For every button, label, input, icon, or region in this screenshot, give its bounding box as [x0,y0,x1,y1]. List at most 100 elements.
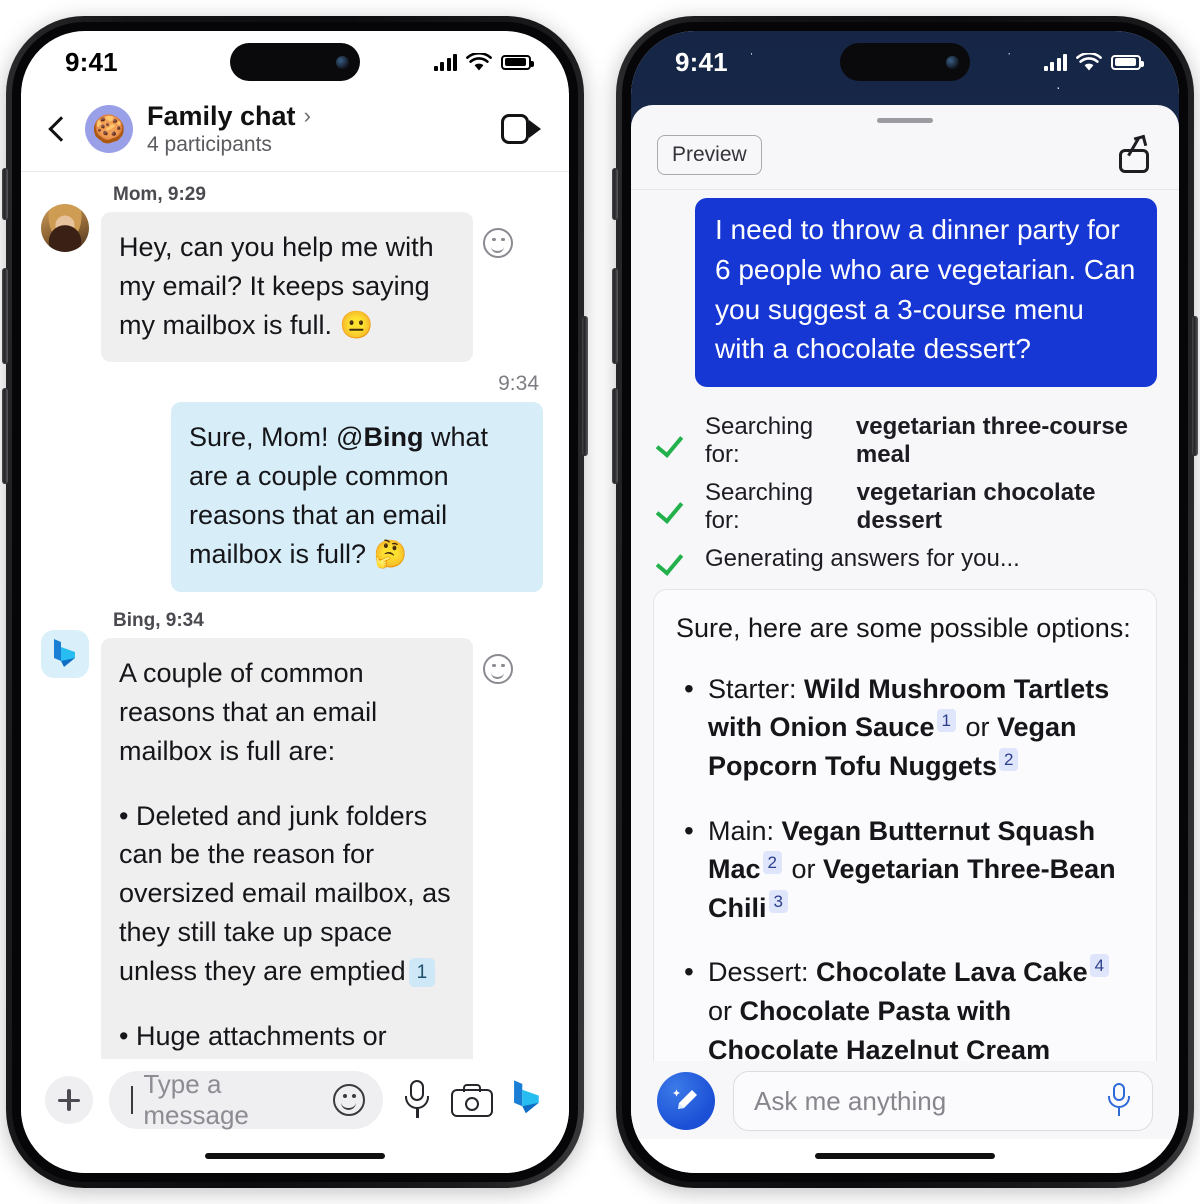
chevron-right-icon: › [303,102,311,128]
battery-icon [1111,54,1144,70]
dish-name: Chocolate Pasta with Chocolate Hazelnut … [708,996,1051,1061]
status-row: Searching for: vegetarian chocolate dess… [659,479,1157,535]
bing-mention: Bing [363,422,424,453]
smiley-reaction-icon[interactable] [483,227,513,258]
participants-count: 4 participants [147,133,272,157]
back-chevron-icon[interactable] [43,115,71,143]
sheet-toolbar: Preview [631,127,1179,190]
status-query: vegetarian three-course meal [855,413,1129,468]
microphone-icon[interactable] [399,1080,435,1120]
message-composer: Type a message [21,1059,569,1139]
message-sender: Bing, 9:34 [113,609,204,631]
bullet-text: • Huge attachments or unnecessary attach… [119,1020,387,1051]
cellular-bars-icon [433,53,457,71]
silent-switch[interactable] [612,168,618,220]
dynamic-island [840,43,970,81]
bing-bullet-1: • Deleted and junk folders can be the re… [119,797,455,991]
power-button[interactable] [582,316,588,456]
volume-up-button[interactable] [612,268,618,364]
message-list[interactable]: Mom, 9:29 Hey, can you help me with my e… [21,171,569,1059]
volume-up-button[interactable] [2,268,8,364]
volume-down-button[interactable] [612,388,618,484]
user-query-bubble[interactable]: I need to throw a dinner party for 6 peo… [695,198,1157,387]
video-camera-icon[interactable] [501,113,541,144]
citation-superscript[interactable]: 1 [936,709,956,733]
green-check-icon [659,430,689,452]
smiley-reaction-icon[interactable] [483,653,513,684]
wifi-icon [1076,52,1102,70]
text-caret [131,1086,134,1114]
home-indicator [631,1139,1179,1173]
status-indicators [1043,52,1144,72]
message-timestamp: 9:34 [498,372,539,396]
message-row-mom: Mom, 9:29 Hey, can you help me with my e… [21,182,569,363]
silent-switch[interactable] [2,168,8,220]
cellular-bars-icon [1043,53,1067,71]
cookie-emoji-avatar[interactable]: 🍪 [85,104,133,153]
microphone-icon[interactable] [1104,1083,1134,1119]
front-camera-icon [336,55,349,69]
status-time: 9:41 [65,46,118,77]
citation-badge[interactable]: 1 [408,958,436,987]
search-status-list: Searching for: vegetarian three-course m… [659,413,1157,573]
chat-title-block[interactable]: Family chat › 4 participants [147,101,311,157]
status-prefix: Searching for: [705,479,814,534]
message-bubble[interactable]: A couple of common reasons that an email… [101,637,473,1059]
separator: or [958,712,998,743]
bullet-text: • Deleted and junk folders can be the re… [119,800,451,987]
ask-input-placeholder: Ask me anything [754,1085,947,1116]
right-status-bar: 9:41 [631,31,1179,93]
preview-button[interactable]: Preview [657,135,762,175]
left-phone-screen: 9:41 🍪 Family chat › 4 participants Mom,… [21,31,569,1173]
bing-logo-icon[interactable] [509,1078,545,1123]
status-query: vegetarian chocolate dessert [856,479,1096,534]
status-row: Searching for: vegetarian three-course m… [659,413,1157,469]
status-prefix: Searching for: [705,413,814,468]
chat-title-text: Family chat [147,101,296,131]
right-phone-device: 9:41 Preview I need to throw a dinner pa… [612,16,1198,1188]
volume-down-button[interactable] [2,388,8,484]
left-phone-device: 9:41 🍪 Family chat › 4 participants Mom,… [2,16,588,1188]
two-phone-mockup: 9:41 🍪 Family chat › 4 participants Mom,… [0,0,1200,1204]
course-label: Starter: [708,673,805,704]
bing-logo-icon[interactable] [41,629,89,678]
citation-superscript[interactable]: 4 [1089,954,1110,978]
bing-sheet: Preview I need to throw a dinner party f… [631,105,1179,1173]
citation-superscript[interactable]: 2 [998,748,1019,772]
wifi-icon [466,52,492,70]
message-sender: Mom, 9:29 [113,183,206,205]
ask-input[interactable]: Ask me anything [733,1071,1153,1131]
smiley-icon[interactable] [333,1084,365,1116]
bing-bullet-2: • Huge attachments or unnecessary attach… [119,1017,455,1059]
message-row-bing: Bing, 9:34 A couple of common reasons th… [21,608,569,1059]
avatar[interactable] [41,203,89,252]
message-row-outgoing: Sure, Mom! @Bing what are a couple commo… [21,402,569,592]
share-icon[interactable] [1119,134,1153,173]
message-bubble[interactable]: Sure, Mom! @Bing what are a couple commo… [171,402,543,592]
citation-superscript[interactable]: 3 [768,889,788,913]
message-input[interactable]: Type a message [109,1069,383,1130]
list-item: Main: Vegan Butternut Squash Mac2 or Veg… [676,811,1134,928]
magic-wand-icon[interactable] [657,1072,715,1130]
list-item: Dessert: Chocolate Lava Cake4 or Chocola… [676,952,1134,1061]
course-label: Main: [708,815,782,846]
sheet-grabber[interactable] [631,105,1179,127]
home-indicator [21,1139,569,1173]
message-input-placeholder: Type a message [143,1069,249,1130]
bing-paragraph-1: A couple of common reasons that an email… [119,657,378,766]
message-bubble[interactable]: Hey, can you help me with my email? It k… [101,211,473,363]
msg-part: Sure, Mom! @ [189,422,364,453]
status-prefix: Generating answers for you... [705,545,1020,572]
bing-conversation[interactable]: I need to throw a dinner party for 6 peo… [631,190,1179,1061]
camera-icon[interactable] [451,1083,493,1117]
answer-card: Sure, here are some possible options: St… [653,589,1157,1061]
page-title: Family chat › [147,101,311,131]
right-phone-screen: 9:41 Preview I need to throw a dinner pa… [631,31,1179,1173]
plus-icon[interactable] [45,1076,93,1124]
status-row: Generating answers for you... [659,545,1157,573]
citation-superscript[interactable]: 2 [762,851,782,875]
dynamic-island [230,43,360,81]
status-indicators [433,52,534,72]
power-button[interactable] [1192,316,1198,456]
separator: or [708,996,740,1027]
